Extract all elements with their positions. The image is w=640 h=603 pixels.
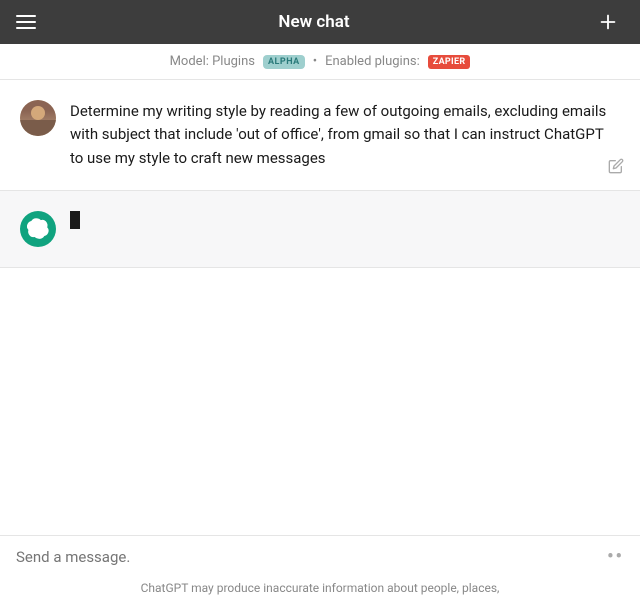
user-avatar bbox=[20, 100, 56, 136]
disclaimer-text: ChatGPT may produce inaccurate informati… bbox=[0, 577, 640, 603]
chatgpt-logo bbox=[20, 211, 56, 247]
input-section: •• ChatGPT may produce inaccurate inform… bbox=[0, 535, 640, 603]
model-bar: Model: Plugins ALPHA • Enabled plugins: … bbox=[0, 44, 640, 80]
message-input[interactable] bbox=[16, 548, 599, 566]
separator: • bbox=[313, 54, 317, 69]
input-container: •• bbox=[0, 536, 640, 577]
header-title: New chat bbox=[278, 12, 349, 32]
chat-area: Determine my writing style by reading a … bbox=[0, 80, 640, 535]
user-message: Determine my writing style by reading a … bbox=[0, 80, 640, 191]
empty-chat-space bbox=[0, 268, 640, 535]
new-chat-button[interactable] bbox=[592, 6, 624, 38]
enabled-plugins-label: Enabled plugins: bbox=[325, 54, 420, 69]
user-message-text: Determine my writing style by reading a … bbox=[70, 100, 620, 170]
more-options-button[interactable]: •• bbox=[607, 546, 624, 567]
alpha-badge: ALPHA bbox=[263, 55, 305, 69]
bot-typing-cursor bbox=[70, 211, 80, 229]
bot-message bbox=[0, 191, 640, 268]
edit-message-button[interactable] bbox=[608, 158, 624, 178]
model-label: Model: Plugins bbox=[170, 54, 255, 69]
plugin-badge[interactable]: ZAPIER bbox=[428, 55, 471, 69]
app-header: New chat bbox=[0, 0, 640, 44]
menu-button[interactable] bbox=[16, 15, 36, 29]
